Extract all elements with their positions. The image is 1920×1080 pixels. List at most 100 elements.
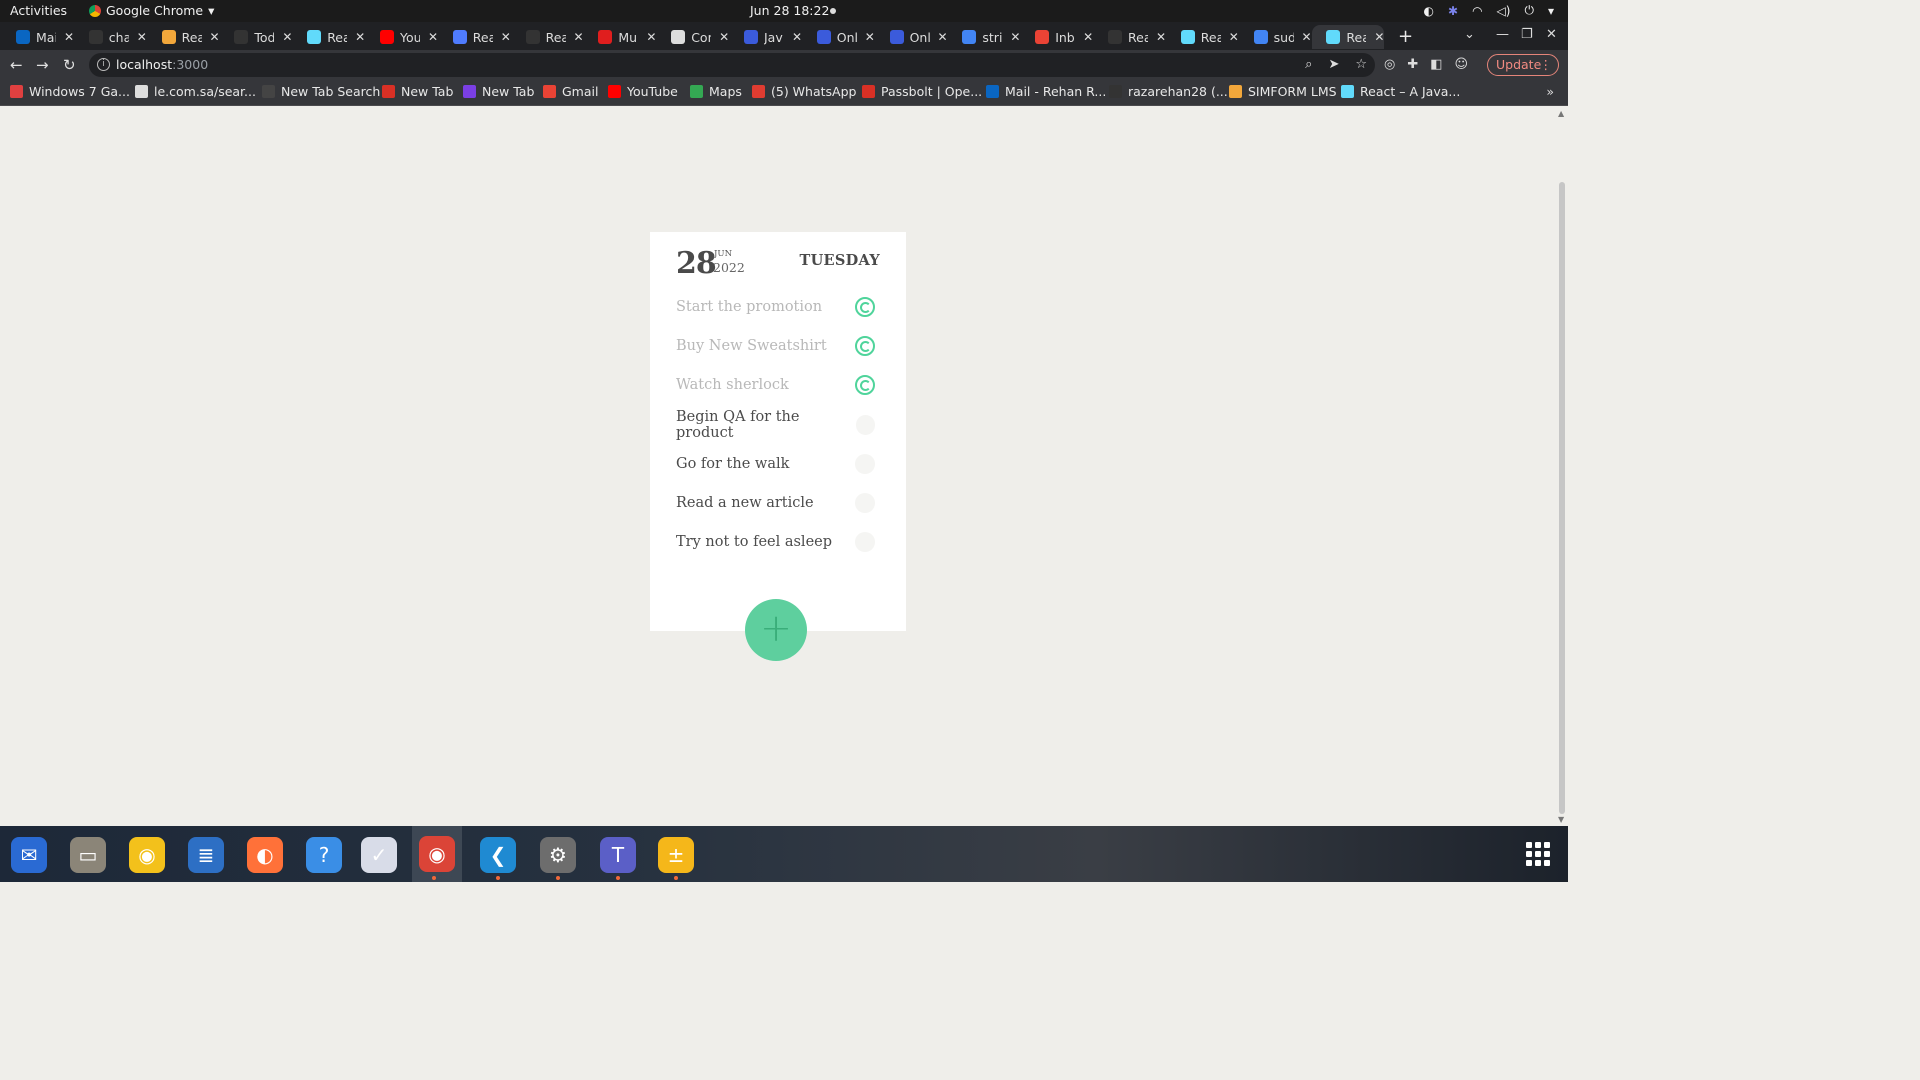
settings-icon[interactable]: ⚙ — [539, 836, 577, 874]
bookmark-item[interactable]: (5) WhatsApp — [752, 84, 856, 99]
todo-text[interactable]: Go for the walk — [676, 456, 789, 472]
browser-tab[interactable]: Rea ✕ — [439, 25, 511, 49]
todo-text[interactable]: Watch sherlock — [676, 377, 789, 393]
tab-close-icon[interactable]: ✕ — [719, 30, 729, 44]
browser-tab[interactable]: cha ✕ — [75, 25, 147, 49]
power-icon[interactable]: ⏻ — [1524, 3, 1534, 18]
tab-close-icon[interactable]: ✕ — [1083, 30, 1093, 44]
todo-checked-icon[interactable] — [855, 297, 875, 317]
tab-close-icon[interactable]: ✕ — [792, 30, 802, 44]
wifi-icon[interactable]: ◠ — [1472, 4, 1482, 18]
calculator-icon[interactable]: ± — [657, 836, 695, 874]
help-icon[interactable]: ? — [305, 836, 343, 874]
todo-text[interactable]: Begin QA for the product — [676, 409, 856, 441]
browser-tab[interactable]: Jav ✕ — [730, 25, 802, 49]
todo-item[interactable]: Go for the walk — [676, 450, 880, 478]
scroll-up-icon[interactable]: ▲ — [1558, 109, 1564, 118]
bookmark-item[interactable]: React – A Java... — [1341, 84, 1460, 99]
teams-icon[interactable]: T — [599, 836, 637, 874]
tab-search-icon[interactable]: ⌄ — [1464, 27, 1475, 42]
todo-checkbox[interactable] — [855, 414, 875, 435]
bookmark-item[interactable]: Gmail — [543, 84, 598, 99]
activities-button[interactable]: Activities — [10, 3, 67, 18]
side-panel-icon[interactable]: ◧ — [1430, 57, 1442, 72]
show-applications-icon[interactable] — [1526, 842, 1550, 866]
teams-tray-icon[interactable]: ✱ — [1448, 4, 1458, 18]
tab-close-icon[interactable]: ✕ — [1229, 30, 1239, 44]
chrome-icon[interactable]: ◉ — [412, 826, 462, 882]
browser-tab[interactable]: Mul ✕ — [584, 25, 656, 49]
browser-tab[interactable]: Rea ✕ — [1094, 25, 1166, 49]
browser-tab[interactable]: Rea ✕ — [1167, 25, 1239, 49]
rhythmbox-icon[interactable]: ◉ — [128, 836, 166, 874]
todo-checkbox[interactable] — [855, 532, 875, 553]
close-window-icon[interactable]: ✕ — [1546, 27, 1557, 42]
url-text[interactable]: localhost:3000 — [116, 57, 208, 72]
browser-tab[interactable]: Onl ✕ — [803, 25, 875, 49]
todo-item[interactable]: Start the promotion — [676, 293, 880, 321]
app-menu[interactable]: Google Chrome ▾ — [89, 3, 214, 18]
page-scrollbar[interactable]: ▲ ▼ — [1556, 107, 1568, 826]
todo-item[interactable]: Begin QA for the product — [676, 409, 880, 441]
tab-close-icon[interactable]: ✕ — [210, 30, 220, 44]
tab-close-icon[interactable]: ✕ — [64, 30, 74, 44]
minimize-icon[interactable]: — — [1496, 27, 1509, 42]
restore-icon[interactable]: ❐ — [1521, 27, 1533, 42]
more-bookmarks-icon[interactable]: » — [1546, 84, 1554, 99]
tab-close-icon[interactable]: ✕ — [1156, 30, 1166, 44]
clock[interactable]: Jun 28 18:22 — [750, 3, 829, 18]
todo-checkbox[interactable] — [855, 453, 875, 474]
bookmark-item[interactable]: Passbolt | Ope... — [862, 84, 982, 99]
tab-close-icon[interactable]: ✕ — [646, 30, 656, 44]
browser-tab[interactable]: Inb ✕ — [1021, 25, 1093, 49]
bookmark-item[interactable]: New Tab — [463, 84, 534, 99]
todo-item[interactable]: Try not to feel asleep — [676, 528, 880, 556]
browser-tab[interactable]: Onl ✕ — [876, 25, 948, 49]
tab-close-icon[interactable]: ✕ — [574, 30, 584, 44]
browser-tab[interactable]: Mai ✕ — [2, 25, 74, 49]
browser-tab[interactable]: Rea ✕ — [148, 25, 220, 49]
tab-close-icon[interactable]: ✕ — [282, 30, 292, 44]
vscode-icon[interactable]: ❮ — [479, 836, 517, 874]
tab-close-icon[interactable]: ✕ — [1010, 30, 1020, 44]
tab-close-icon[interactable]: ✕ — [1374, 30, 1384, 44]
browser-tab[interactable]: You ✕ — [366, 25, 438, 49]
bookmark-item[interactable]: Windows 7 Ga... — [10, 84, 130, 99]
bookmark-item[interactable]: YouTube — [608, 84, 678, 99]
todo-checked-icon[interactable] — [855, 375, 875, 396]
timeshift-icon[interactable]: ✓ — [360, 836, 398, 874]
tab-close-icon[interactable]: ✕ — [428, 30, 438, 44]
update-button[interactable]: Update ⋮ — [1487, 54, 1559, 76]
browser-tab[interactable]: Con ✕ — [657, 25, 729, 49]
todo-checkbox[interactable] — [855, 493, 875, 513]
tab-close-icon[interactable]: ✕ — [355, 30, 365, 44]
bookmark-item[interactable]: razarehan28 (... — [1109, 84, 1228, 99]
firefox-icon[interactable]: ◐ — [246, 836, 284, 874]
browser-tab[interactable]: sud ✕ — [1240, 25, 1312, 49]
todo-text[interactable]: Try not to feel asleep — [676, 534, 832, 550]
address-bar[interactable]: i localhost:3000 ⌕ ➤ ☆ — [89, 53, 1375, 77]
todo-text[interactable]: Start the promotion — [676, 299, 822, 315]
todo-item[interactable]: Read a new article — [676, 489, 880, 517]
bookmark-item[interactable]: SIMFORM LMS — [1229, 84, 1337, 99]
send-icon[interactable]: ➤ — [1328, 57, 1339, 72]
tab-close-icon[interactable]: ✕ — [501, 30, 511, 44]
todo-item[interactable]: Watch sherlock — [676, 371, 880, 399]
extensions-puzzle-icon[interactable]: ✚ — [1407, 57, 1418, 72]
scroll-down-icon[interactable]: ▼ — [1558, 815, 1564, 824]
new-tab-button[interactable]: + — [1398, 26, 1413, 47]
browser-tab[interactable]: Rea ✕ — [1312, 25, 1385, 49]
volume-icon[interactable]: ◁) — [1497, 4, 1511, 18]
site-info-icon[interactable]: i — [97, 58, 110, 71]
todo-item[interactable]: Buy New Sweatshirt — [676, 332, 880, 360]
profile-avatar[interactable]: ☺ — [1455, 57, 1469, 72]
todo-text[interactable]: Read a new article — [676, 495, 814, 511]
browser-tab[interactable]: Rea ✕ — [293, 25, 365, 49]
browser-tab[interactable]: Tod ✕ — [220, 25, 292, 49]
system-tray[interactable]: ◐ ✱ ◠ ◁) ⏻ ▾ — [1424, 3, 1554, 18]
bookmark-item[interactable]: Mail - Rehan R... — [986, 84, 1106, 99]
bookmark-item[interactable]: New Tab Search — [262, 84, 380, 99]
bookmark-star-icon[interactable]: ☆ — [1355, 57, 1367, 72]
extension-record-icon[interactable]: ◎ — [1384, 57, 1395, 72]
writer-icon[interactable]: ≣ — [187, 836, 225, 874]
